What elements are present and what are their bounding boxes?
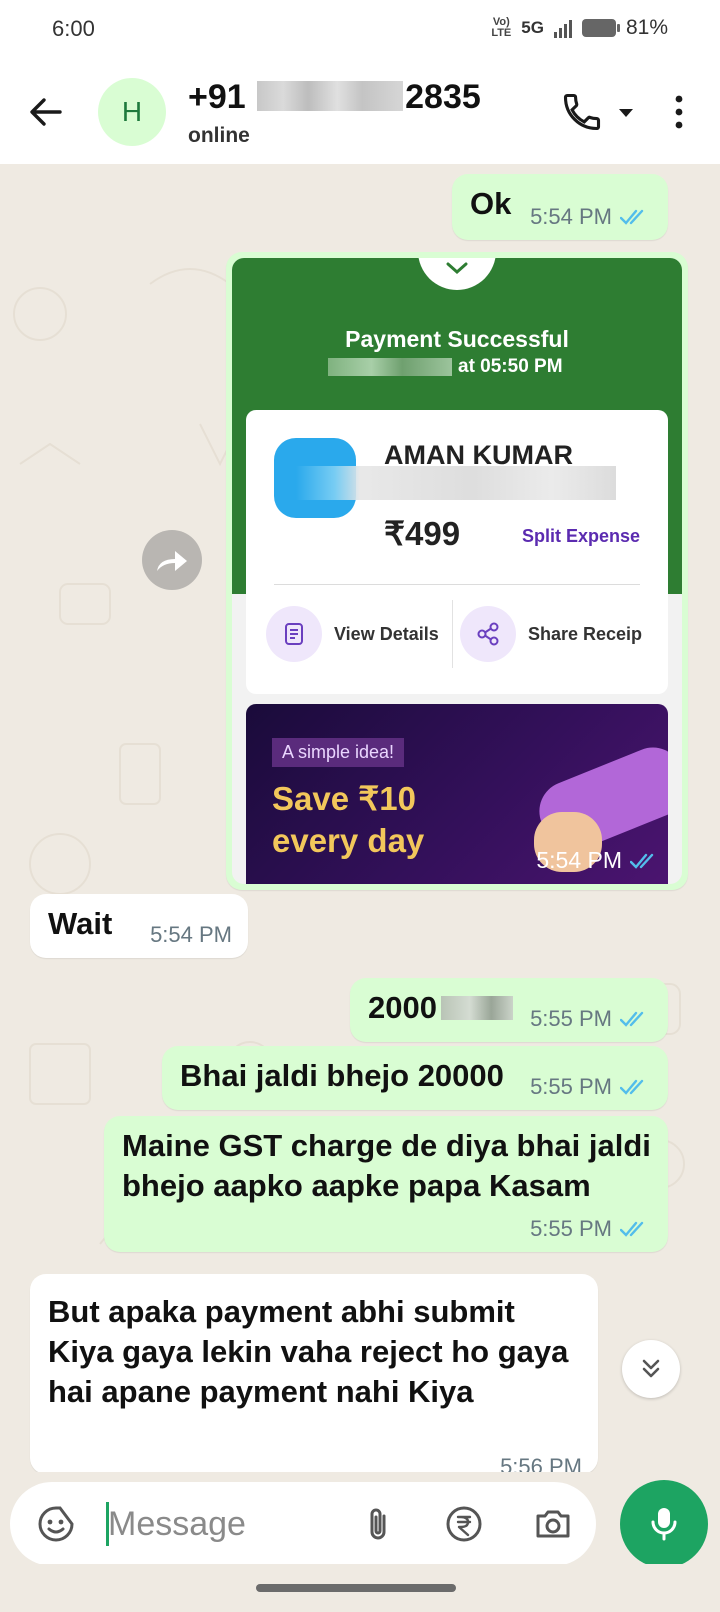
payment-amount: ₹499: [384, 515, 461, 552]
share-receipt-label: Share Receip: [528, 623, 643, 644]
message-outgoing[interactable]: Ok 5:54 PM: [452, 174, 668, 240]
message-time: 5:56 PM: [500, 1454, 582, 1472]
image-message[interactable]: Payment Successful at 05:50 PM AMAN KUMA…: [226, 252, 688, 890]
message-meta: 5:55 PM: [530, 1006, 652, 1032]
message-outgoing[interactable]: Bhai jaldi bhejo 20000 5:55 PM: [162, 1046, 668, 1110]
payment-date: at 05:50 PM: [328, 356, 563, 378]
message-time: 5:55 PM: [530, 1074, 612, 1099]
back-arrow-icon[interactable]: [24, 90, 68, 134]
system-nav-bar: [0, 1564, 720, 1612]
chat-area[interactable]: Ok 5:54 PM Payment Successful at 05:50 P…: [0, 164, 720, 1472]
message-time: 5:54 PM: [150, 922, 232, 947]
message-input[interactable]: [108, 1496, 328, 1552]
message-text: Wait: [48, 906, 113, 941]
phone-icon[interactable]: [560, 90, 604, 134]
receipt-image[interactable]: Payment Successful at 05:50 PM AMAN KUMA…: [232, 258, 682, 884]
banner-headline: Save ₹10 every day: [272, 778, 424, 862]
more-vertical-icon[interactable]: [664, 90, 694, 134]
message-meta: 5:56 PM: [500, 1454, 582, 1472]
message-meta: 5:54 PM: [536, 847, 662, 874]
divider: [274, 584, 640, 585]
banner-line-1: Save ₹10: [272, 780, 416, 817]
message-time: 5:54 PM: [530, 204, 612, 229]
rupee-icon[interactable]: [444, 1504, 484, 1544]
share-receipt-action: Share Receip: [460, 606, 642, 662]
split-expense-link: Split Expense: [521, 526, 640, 546]
banner-tag: A simple idea!: [272, 738, 405, 767]
message-incoming[interactable]: Wait 5:54 PM: [30, 894, 248, 958]
redacted-number: [257, 81, 404, 111]
mic-icon[interactable]: [620, 1480, 708, 1568]
double-check-icon: [620, 1079, 644, 1095]
status-time: 6:00: [52, 16, 95, 41]
message-time: 5:55 PM: [530, 1216, 612, 1241]
divider: [452, 600, 453, 668]
contact-status: online: [188, 124, 250, 147]
redacted-date: [328, 358, 452, 376]
message-text: But apaka payment abhi submit Kiya gaya …: [48, 1294, 569, 1409]
message-input-bar[interactable]: [10, 1482, 596, 1566]
message-time: 5:55 PM: [530, 1006, 612, 1031]
volte-icon: Vo) LTE: [491, 16, 512, 39]
message-incoming[interactable]: But apaka payment abhi submit Kiya gaya …: [30, 1274, 598, 1472]
double-check-icon: [620, 1221, 644, 1237]
message-meta: 5:55 PM: [530, 1074, 652, 1100]
message-outgoing[interactable]: 2000 5:55 PM: [350, 978, 668, 1042]
message-meta: 5:55 PM: [530, 1216, 652, 1242]
message-outgoing[interactable]: Maine GST charge de diya bhai jaldi bhej…: [104, 1116, 668, 1252]
home-indicator[interactable]: [256, 1584, 456, 1592]
double-check-icon: [630, 853, 654, 869]
network-type: 5G: [521, 18, 544, 37]
payment-card: AMAN KUMAR ₹499 Split Expense View Detai…: [246, 410, 668, 694]
message-text: 2000: [368, 990, 437, 1025]
battery-percent: 81%: [625, 16, 668, 39]
double-check-icon: [620, 209, 644, 225]
message-text: Maine GST charge de diya bhai jaldi bhej…: [122, 1128, 651, 1203]
view-details-label: View Details: [334, 623, 439, 644]
message-text: Ok: [470, 186, 512, 221]
status-icons: Vo) LTE 5G 81%: [491, 16, 668, 40]
redacted-upi: [296, 466, 616, 500]
contact-suffix: 2835: [405, 78, 481, 116]
chat-header: H +91 2835 online: [0, 64, 720, 164]
message-meta: 5:54 PM: [530, 204, 652, 230]
avatar-letter: H: [121, 96, 143, 127]
redacted-text: [441, 996, 514, 1020]
contact-prefix: +91: [188, 78, 246, 116]
payment-time: at 05:50 PM: [458, 356, 563, 377]
signal-icon: [553, 18, 572, 38]
view-details-action: View Details: [266, 606, 439, 662]
share-icon: [460, 606, 516, 662]
camera-icon[interactable]: [532, 1504, 574, 1544]
receipt-icon: [266, 606, 322, 662]
composer: [0, 1472, 720, 1568]
avatar[interactable]: H: [98, 78, 166, 146]
chevron-down-icon[interactable]: [615, 102, 637, 124]
double-check-icon: [620, 1011, 644, 1027]
forward-icon[interactable]: [142, 530, 202, 590]
double-chevron-down-icon[interactable]: [622, 1340, 680, 1398]
message-time: 5:54 PM: [536, 847, 622, 873]
status-bar: 6:00 Vo) LTE 5G 81%: [0, 0, 720, 64]
message-meta: 5:54 PM: [150, 922, 232, 948]
contact-name[interactable]: +91 2835: [188, 78, 481, 117]
battery-icon: [581, 19, 620, 37]
banner-line-2: every day: [272, 822, 425, 859]
attach-icon[interactable]: [358, 1504, 398, 1544]
message-text: Bhai jaldi bhejo 20000: [180, 1058, 504, 1093]
sticker-icon[interactable]: [36, 1504, 76, 1544]
payment-title: Payment Successful: [345, 326, 569, 352]
